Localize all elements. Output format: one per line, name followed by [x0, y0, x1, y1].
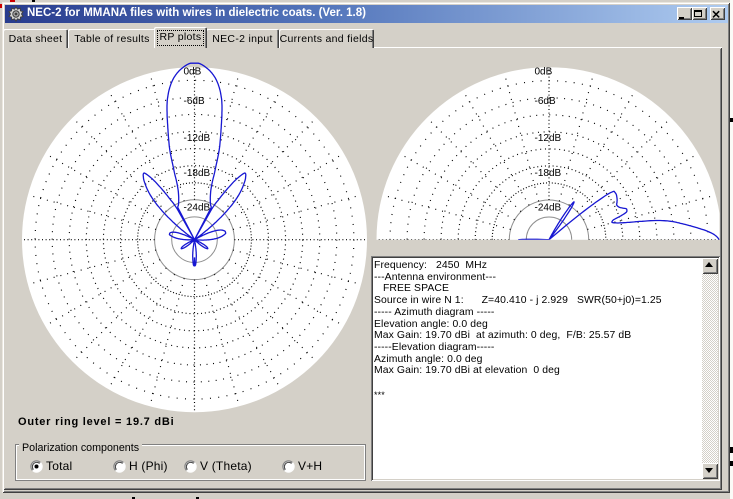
- svg-text:0dB: 0dB: [535, 66, 553, 77]
- svg-text:-6dB: -6dB: [535, 96, 556, 107]
- svg-text:-18dB: -18dB: [535, 168, 562, 179]
- svg-text:-12dB: -12dB: [535, 133, 562, 144]
- svg-text:-24dB: -24dB: [184, 202, 211, 213]
- svg-text:-24dB: -24dB: [535, 202, 562, 213]
- svg-text:-6dB: -6dB: [184, 96, 205, 107]
- svg-text:0dB: 0dB: [184, 66, 202, 77]
- svg-text:-18dB: -18dB: [184, 168, 211, 179]
- svg-text:-12dB: -12dB: [184, 133, 211, 144]
